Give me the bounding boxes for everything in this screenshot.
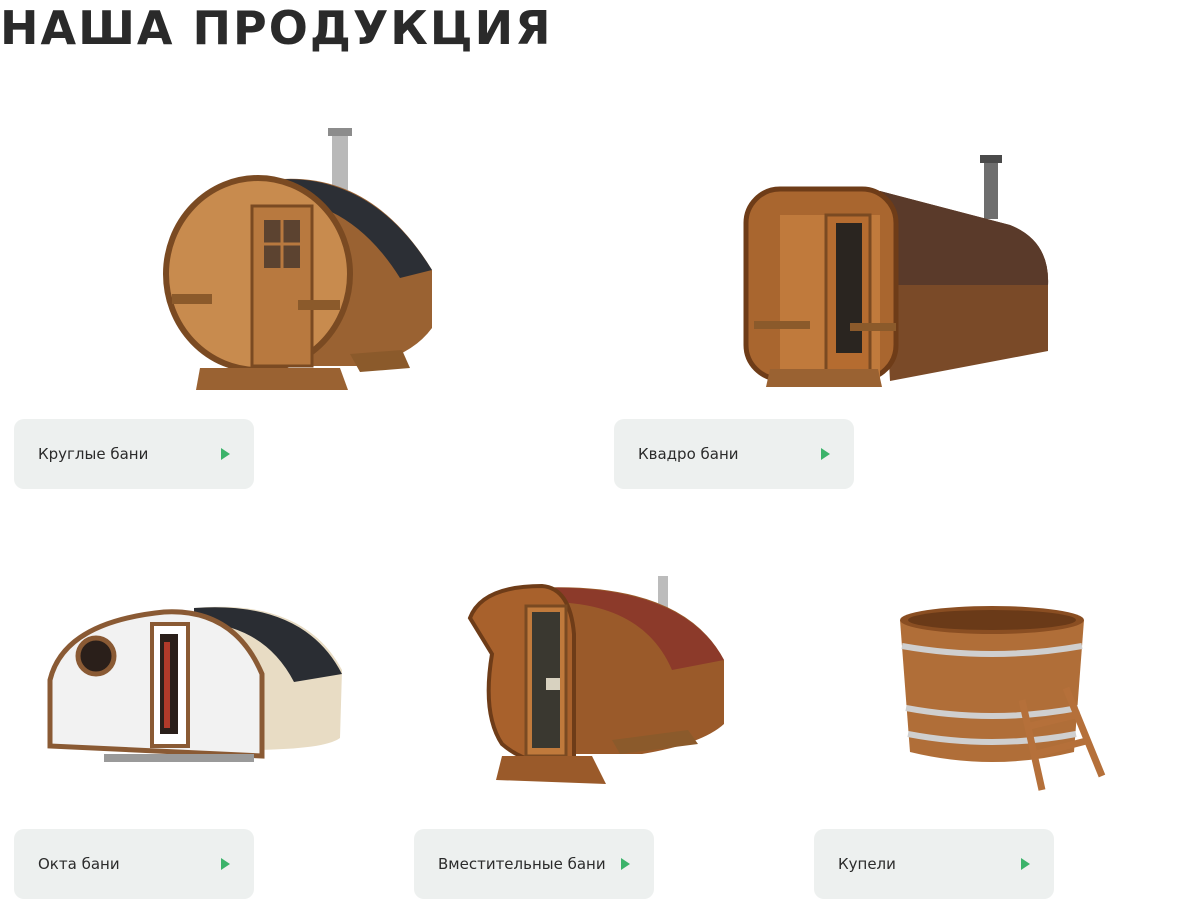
arrow-right-icon (821, 448, 830, 460)
arrow-right-icon (221, 858, 230, 870)
product-card-hot-tubs[interactable]: Купели (814, 829, 1054, 899)
spacious-sauna-image[interactable] (462, 574, 730, 786)
arrow-right-icon (1021, 858, 1030, 870)
product-card-spacious[interactable]: Вместительные бани (414, 829, 654, 899)
octa-sauna-image[interactable] (44, 600, 349, 770)
arrow-right-icon (221, 448, 230, 460)
product-card-label: Квадро бани (638, 445, 739, 463)
hot-tub-image[interactable] (894, 604, 1109, 794)
product-card-label: Вместительные бани (438, 855, 606, 873)
round-sauna-image[interactable] (160, 128, 440, 398)
product-card-quadro[interactable]: Квадро бани (614, 419, 854, 489)
product-card-octa[interactable]: Окта бани (14, 829, 254, 899)
product-card-label: Окта бани (38, 855, 120, 873)
quadro-sauna-image[interactable] (740, 155, 1055, 395)
page-title: НАША ПРОДУКЦИЯ (0, 1, 553, 55)
product-card-label: Круглые бани (38, 445, 149, 463)
product-card-round[interactable]: Круглые бани (14, 419, 254, 489)
product-card-label: Купели (838, 855, 896, 873)
arrow-right-icon (621, 858, 630, 870)
